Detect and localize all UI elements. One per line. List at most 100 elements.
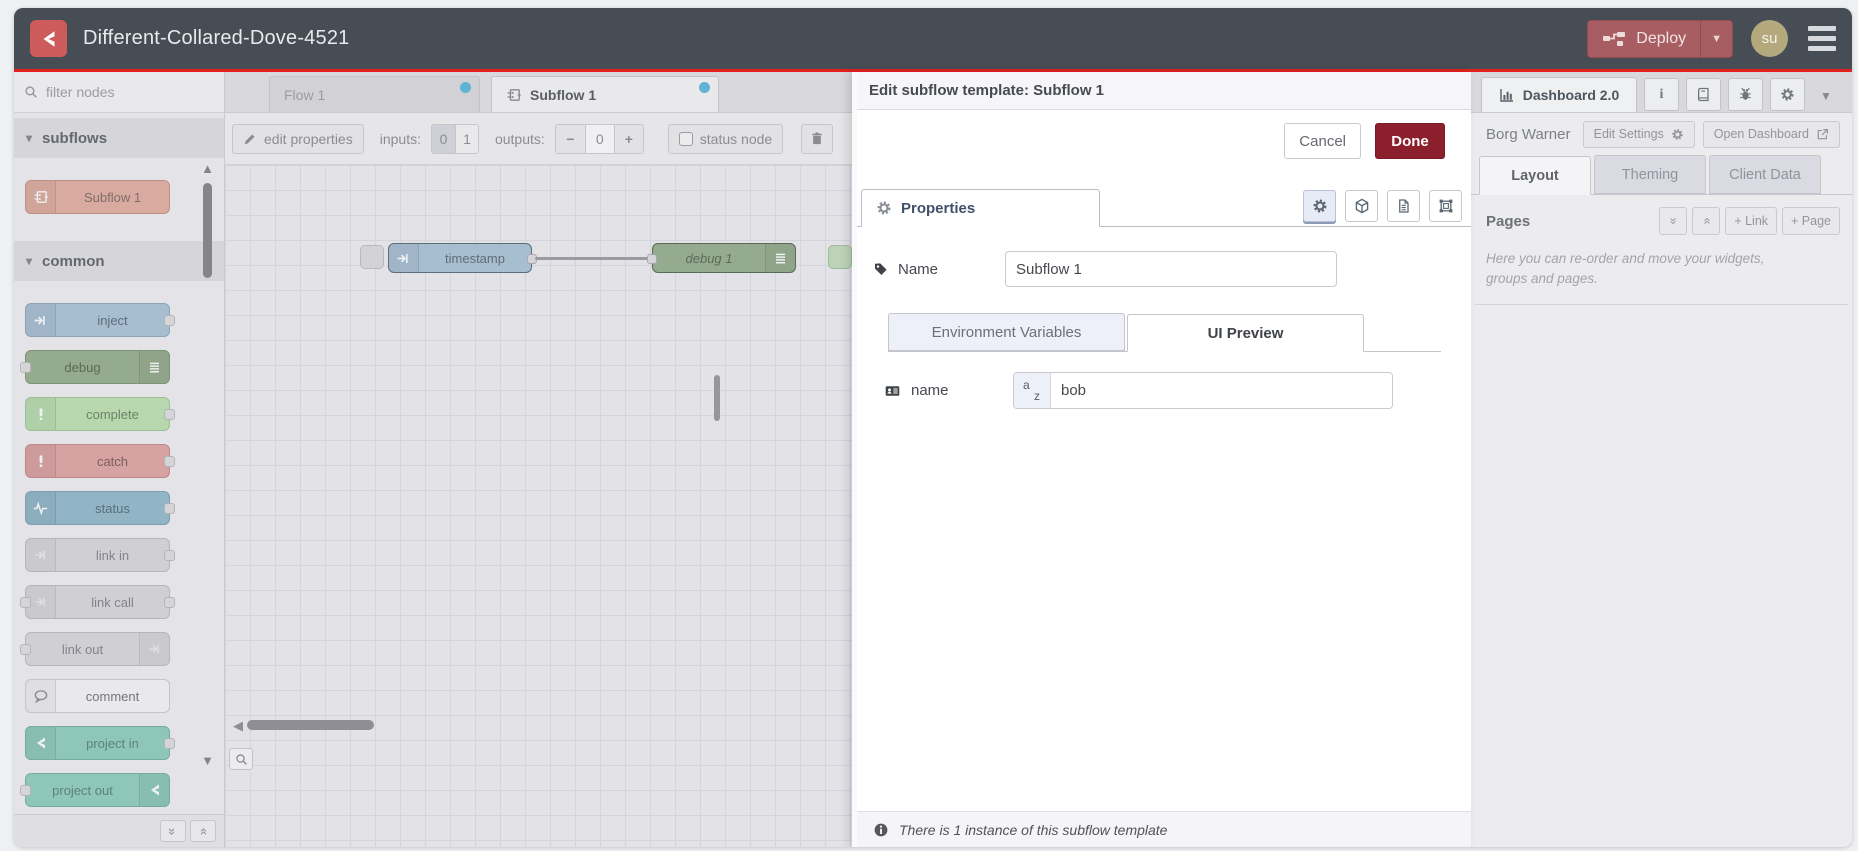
flow-canvas[interactable]: timestamp debug 1 ◀ bbox=[225, 165, 852, 847]
outputs-value[interactable]: 0 bbox=[584, 124, 614, 153]
done-button[interactable]: Done bbox=[1375, 123, 1445, 159]
gear-icon bbox=[1671, 128, 1684, 141]
palette-category-common[interactable]: ▾ common bbox=[14, 241, 224, 281]
tab-layout[interactable]: Layout bbox=[1479, 156, 1591, 195]
palette-scroll-up-icon[interactable]: ▲ bbox=[201, 161, 214, 176]
edit-properties-button[interactable]: edit properties bbox=[232, 123, 364, 154]
canvas-horizontal-scrollbar[interactable] bbox=[247, 720, 374, 730]
node-input-port[interactable] bbox=[647, 254, 657, 264]
tag-icon bbox=[873, 261, 889, 277]
subflow-output-stub[interactable] bbox=[828, 245, 852, 269]
tab-properties[interactable]: Properties bbox=[861, 189, 1100, 227]
speech-bubble-icon bbox=[26, 680, 56, 712]
node-port bbox=[164, 409, 175, 420]
palette-node-subflow-1[interactable]: Subflow 1 bbox=[25, 180, 170, 214]
subflow-icon bbox=[26, 181, 56, 213]
sidebar-more-tabs-caret[interactable]: ▼ bbox=[1820, 89, 1832, 103]
unsaved-changes-dot bbox=[699, 82, 710, 93]
right-sidebar: Dashboard 2.0 i ▼ Borg Warner Edit Setti… bbox=[1471, 72, 1852, 847]
debug-lines-icon bbox=[139, 351, 169, 383]
palette-node-comment[interactable]: comment bbox=[25, 679, 170, 713]
add-link-button[interactable]: + Link bbox=[1725, 207, 1778, 235]
tab-subflow-1[interactable]: Subflow 1 bbox=[491, 76, 719, 112]
main-menu-icon[interactable] bbox=[1806, 22, 1838, 55]
properties-gear-button[interactable] bbox=[1303, 190, 1336, 222]
deploy-label: Deploy bbox=[1636, 29, 1687, 47]
deploy-button[interactable]: Deploy ▼ bbox=[1587, 19, 1733, 58]
palette-node-status[interactable]: status bbox=[25, 491, 175, 525]
flow-node-debug-1[interactable]: debug 1 bbox=[647, 243, 796, 273]
collapse-pages-button[interactable]: » bbox=[1659, 207, 1688, 235]
description-button[interactable] bbox=[1387, 190, 1420, 222]
sidebar-config-button[interactable] bbox=[1770, 78, 1805, 111]
palette-scrollbar[interactable] bbox=[203, 183, 212, 278]
sidebar-debug-button[interactable] bbox=[1728, 78, 1763, 111]
palette-scroll-down-icon[interactable]: ▼ bbox=[201, 753, 214, 768]
external-link-icon bbox=[1816, 128, 1829, 141]
tab-environment-variables[interactable]: Environment Variables bbox=[888, 313, 1125, 351]
deploy-options-caret[interactable]: ▼ bbox=[1700, 20, 1732, 57]
divider bbox=[1475, 303, 1848, 305]
palette-node-inject[interactable]: inject bbox=[25, 303, 175, 337]
string-type-icon[interactable]: a z bbox=[1014, 373, 1051, 408]
tab-dashboard-2[interactable]: Dashboard 2.0 bbox=[1481, 77, 1637, 112]
tab-theming[interactable]: Theming bbox=[1594, 155, 1706, 194]
sidebar-help-button[interactable] bbox=[1686, 78, 1721, 111]
unsaved-changes-dot bbox=[460, 82, 471, 93]
palette-collapse-all-button[interactable]: » bbox=[160, 820, 186, 842]
inputs-option-1[interactable]: 1 bbox=[454, 124, 478, 153]
palette-expand-all-button[interactable]: » bbox=[190, 820, 216, 842]
outputs-minus-button[interactable]: − bbox=[555, 124, 585, 153]
inputs-toggle: 0 1 bbox=[430, 123, 479, 154]
node-port bbox=[164, 597, 175, 608]
palette-node-catch[interactable]: catch bbox=[25, 444, 175, 478]
subflow-input-stub[interactable] bbox=[360, 245, 384, 269]
palette-node-link-call[interactable]: link call bbox=[20, 585, 175, 619]
node-port bbox=[164, 456, 175, 467]
outputs-stepper: − 0 + bbox=[554, 123, 644, 154]
expand-pages-button[interactable]: » bbox=[1692, 207, 1721, 235]
pages-title: Pages bbox=[1486, 212, 1531, 230]
sidebar-info-button[interactable]: i bbox=[1644, 78, 1679, 111]
gear-icon bbox=[1312, 198, 1328, 214]
inputs-label: inputs: bbox=[379, 130, 421, 147]
delete-subflow-button[interactable] bbox=[801, 123, 834, 154]
palette-node-link-out[interactable]: link out bbox=[20, 632, 170, 666]
palette-node-project-in[interactable]: project in bbox=[25, 726, 175, 760]
node-port bbox=[164, 315, 175, 326]
tray-actions: Cancel Done bbox=[857, 110, 1471, 172]
outputs-plus-button[interactable]: + bbox=[613, 124, 643, 153]
arrow-in-icon bbox=[389, 244, 419, 272]
tab-ui-preview[interactable]: UI Preview bbox=[1127, 314, 1364, 352]
palette-node-complete[interactable]: complete bbox=[25, 397, 175, 431]
palette-category-subflows[interactable]: ▾ subflows bbox=[14, 118, 224, 158]
tray-form: Name Environment Variables UI Preview na… bbox=[857, 227, 1471, 811]
palette-node-debug[interactable]: debug bbox=[20, 350, 170, 384]
edit-settings-button[interactable]: Edit Settings bbox=[1582, 120, 1695, 148]
cancel-button[interactable]: Cancel bbox=[1284, 123, 1361, 159]
canvas-search-button[interactable] bbox=[229, 748, 253, 770]
subflow-name-input[interactable] bbox=[1005, 251, 1337, 287]
palette-search[interactable] bbox=[14, 72, 224, 113]
filter-nodes-input[interactable] bbox=[46, 84, 196, 100]
status-node-toggle[interactable]: status node bbox=[667, 123, 784, 154]
module-properties-button[interactable] bbox=[1345, 190, 1378, 222]
subflow-toolbar: edit properties inputs: 0 1 outputs: − 0… bbox=[225, 113, 852, 165]
palette-node-link-in[interactable]: link in bbox=[25, 538, 175, 572]
open-dashboard-button[interactable]: Open Dashboard bbox=[1702, 120, 1840, 148]
appearance-button[interactable] bbox=[1429, 190, 1462, 222]
instance-count-text: There is 1 instance of this subflow temp… bbox=[899, 821, 1168, 838]
wire[interactable] bbox=[535, 257, 655, 260]
tab-client-data[interactable]: Client Data bbox=[1709, 155, 1821, 194]
user-avatar[interactable]: su bbox=[1751, 20, 1788, 57]
scroll-left-icon[interactable]: ◀ bbox=[233, 718, 243, 734]
canvas-vertical-scrollbar[interactable] bbox=[714, 375, 720, 421]
flow-node-timestamp[interactable]: timestamp bbox=[388, 243, 537, 273]
inputs-option-0[interactable]: 0 bbox=[431, 124, 455, 153]
env-value-input[interactable] bbox=[1051, 373, 1392, 408]
tab-flow-1[interactable]: Flow 1 bbox=[269, 76, 480, 112]
palette-scroll-area: ▾ subflows Subflow 1 ▾ common inject deb… bbox=[14, 113, 224, 814]
palette-node-project-out[interactable]: project out bbox=[20, 773, 170, 807]
pencil-icon bbox=[243, 132, 257, 146]
add-page-button[interactable]: + Page bbox=[1782, 207, 1840, 235]
